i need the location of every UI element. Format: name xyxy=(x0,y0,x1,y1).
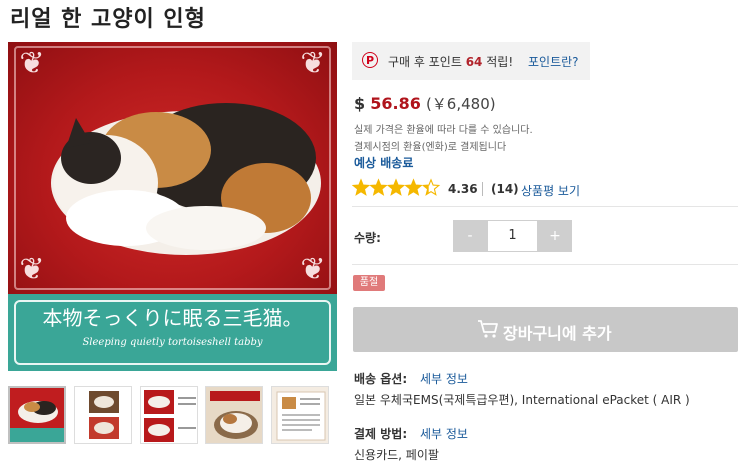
shipping-options-label: 배송 옵션: xyxy=(354,372,408,386)
image-red-background: ❦ ❦ ❦ ❦ xyxy=(8,42,337,294)
image-caption-banner: 本物そっくりに眠る三毛猫。 Sleeping quietly tortoises… xyxy=(8,294,337,371)
quantity-label: 수량: xyxy=(354,231,381,245)
caption-jp: 本物そっくりに眠る三毛猫。 xyxy=(42,306,303,330)
rating-stars xyxy=(352,178,441,196)
star-icon xyxy=(369,178,388,196)
thumbnail[interactable] xyxy=(8,386,66,444)
thumbnail-image xyxy=(206,387,262,443)
divider xyxy=(352,206,738,207)
points-suffix: 적립! xyxy=(486,55,514,69)
star-icon xyxy=(352,178,371,196)
thumbnail-image xyxy=(10,388,64,442)
main-product-image[interactable]: ❦ ❦ ❦ ❦ 本物そっくりに眠る三毛猫。 Sleeping quietly t… xyxy=(8,42,337,371)
thumbnail[interactable] xyxy=(271,386,329,444)
ornament-icon: ❦ xyxy=(19,46,45,81)
points-banner: P 구매 후 포인트 64 적립! 포인트란? xyxy=(352,42,590,80)
thumbnail-image xyxy=(272,387,328,443)
thumbnail[interactable] xyxy=(74,386,132,444)
caption-en: Sleeping quietly tortoiseshell tabby xyxy=(82,337,263,348)
view-reviews-link[interactable]: 상품평 보기 xyxy=(521,182,580,199)
review-count: (14) xyxy=(491,182,519,196)
points-info-link[interactable]: 포인트란? xyxy=(528,53,579,70)
shipping-methods: 일본 우체국EMS(국제특급우편), International ePacket… xyxy=(354,393,690,407)
point-icon: P xyxy=(362,52,378,68)
cart-icon xyxy=(478,320,498,338)
calico-cat-illustration xyxy=(51,103,321,255)
rating-separator xyxy=(482,182,483,196)
price-jpy: (￥6,480) xyxy=(425,95,496,113)
rating-value: 4.36 xyxy=(448,182,478,196)
price: $ 56.86 (￥6,480) xyxy=(354,93,496,114)
divider xyxy=(352,264,738,265)
status-badge: 품절 xyxy=(353,275,385,291)
points-prefix: 구매 후 포인트 xyxy=(388,55,462,69)
add-to-cart-label: 장바구니에 추가 xyxy=(503,324,612,343)
payment-methods: 신용카드, 페이팔 xyxy=(354,448,439,462)
star-icon xyxy=(386,178,406,196)
payment-details-link[interactable]: 세부 정보 xyxy=(420,425,468,442)
thumbnail-image xyxy=(75,387,131,443)
product-title: 리얼 한 고양이 인형 xyxy=(10,7,206,32)
points-text: 구매 후 포인트 64 적립! xyxy=(388,53,513,70)
currency-symbol: $ xyxy=(354,94,366,113)
points-amount: 64 xyxy=(465,55,483,69)
payment-currency-note: 결제시점의 환율(엔화)로 결제됩니다 xyxy=(354,142,507,153)
shipping-estimate-link[interactable]: 예상 배송료 xyxy=(354,154,413,171)
ornament-icon: ❦ xyxy=(300,46,326,81)
thumbnail-image xyxy=(141,387,197,443)
payment-methods-label: 결제 방법: xyxy=(354,427,408,441)
exchange-rate-note: 실제 가격은 환율에 따라 다를 수 있습니다. xyxy=(354,125,533,136)
star-icon xyxy=(404,178,423,196)
price-usd: 56.86 xyxy=(370,94,421,113)
quantity-increase-button[interactable]: + xyxy=(538,220,572,252)
quantity-input[interactable]: 1 xyxy=(487,220,538,252)
shipping-details-link[interactable]: 세부 정보 xyxy=(420,370,468,387)
add-to-cart-button[interactable]: 장바구니에 추가 xyxy=(353,307,738,352)
quantity-decrease-button[interactable]: - xyxy=(453,220,487,252)
thumbnail[interactable] xyxy=(140,386,198,444)
thumbnail[interactable] xyxy=(205,386,263,444)
